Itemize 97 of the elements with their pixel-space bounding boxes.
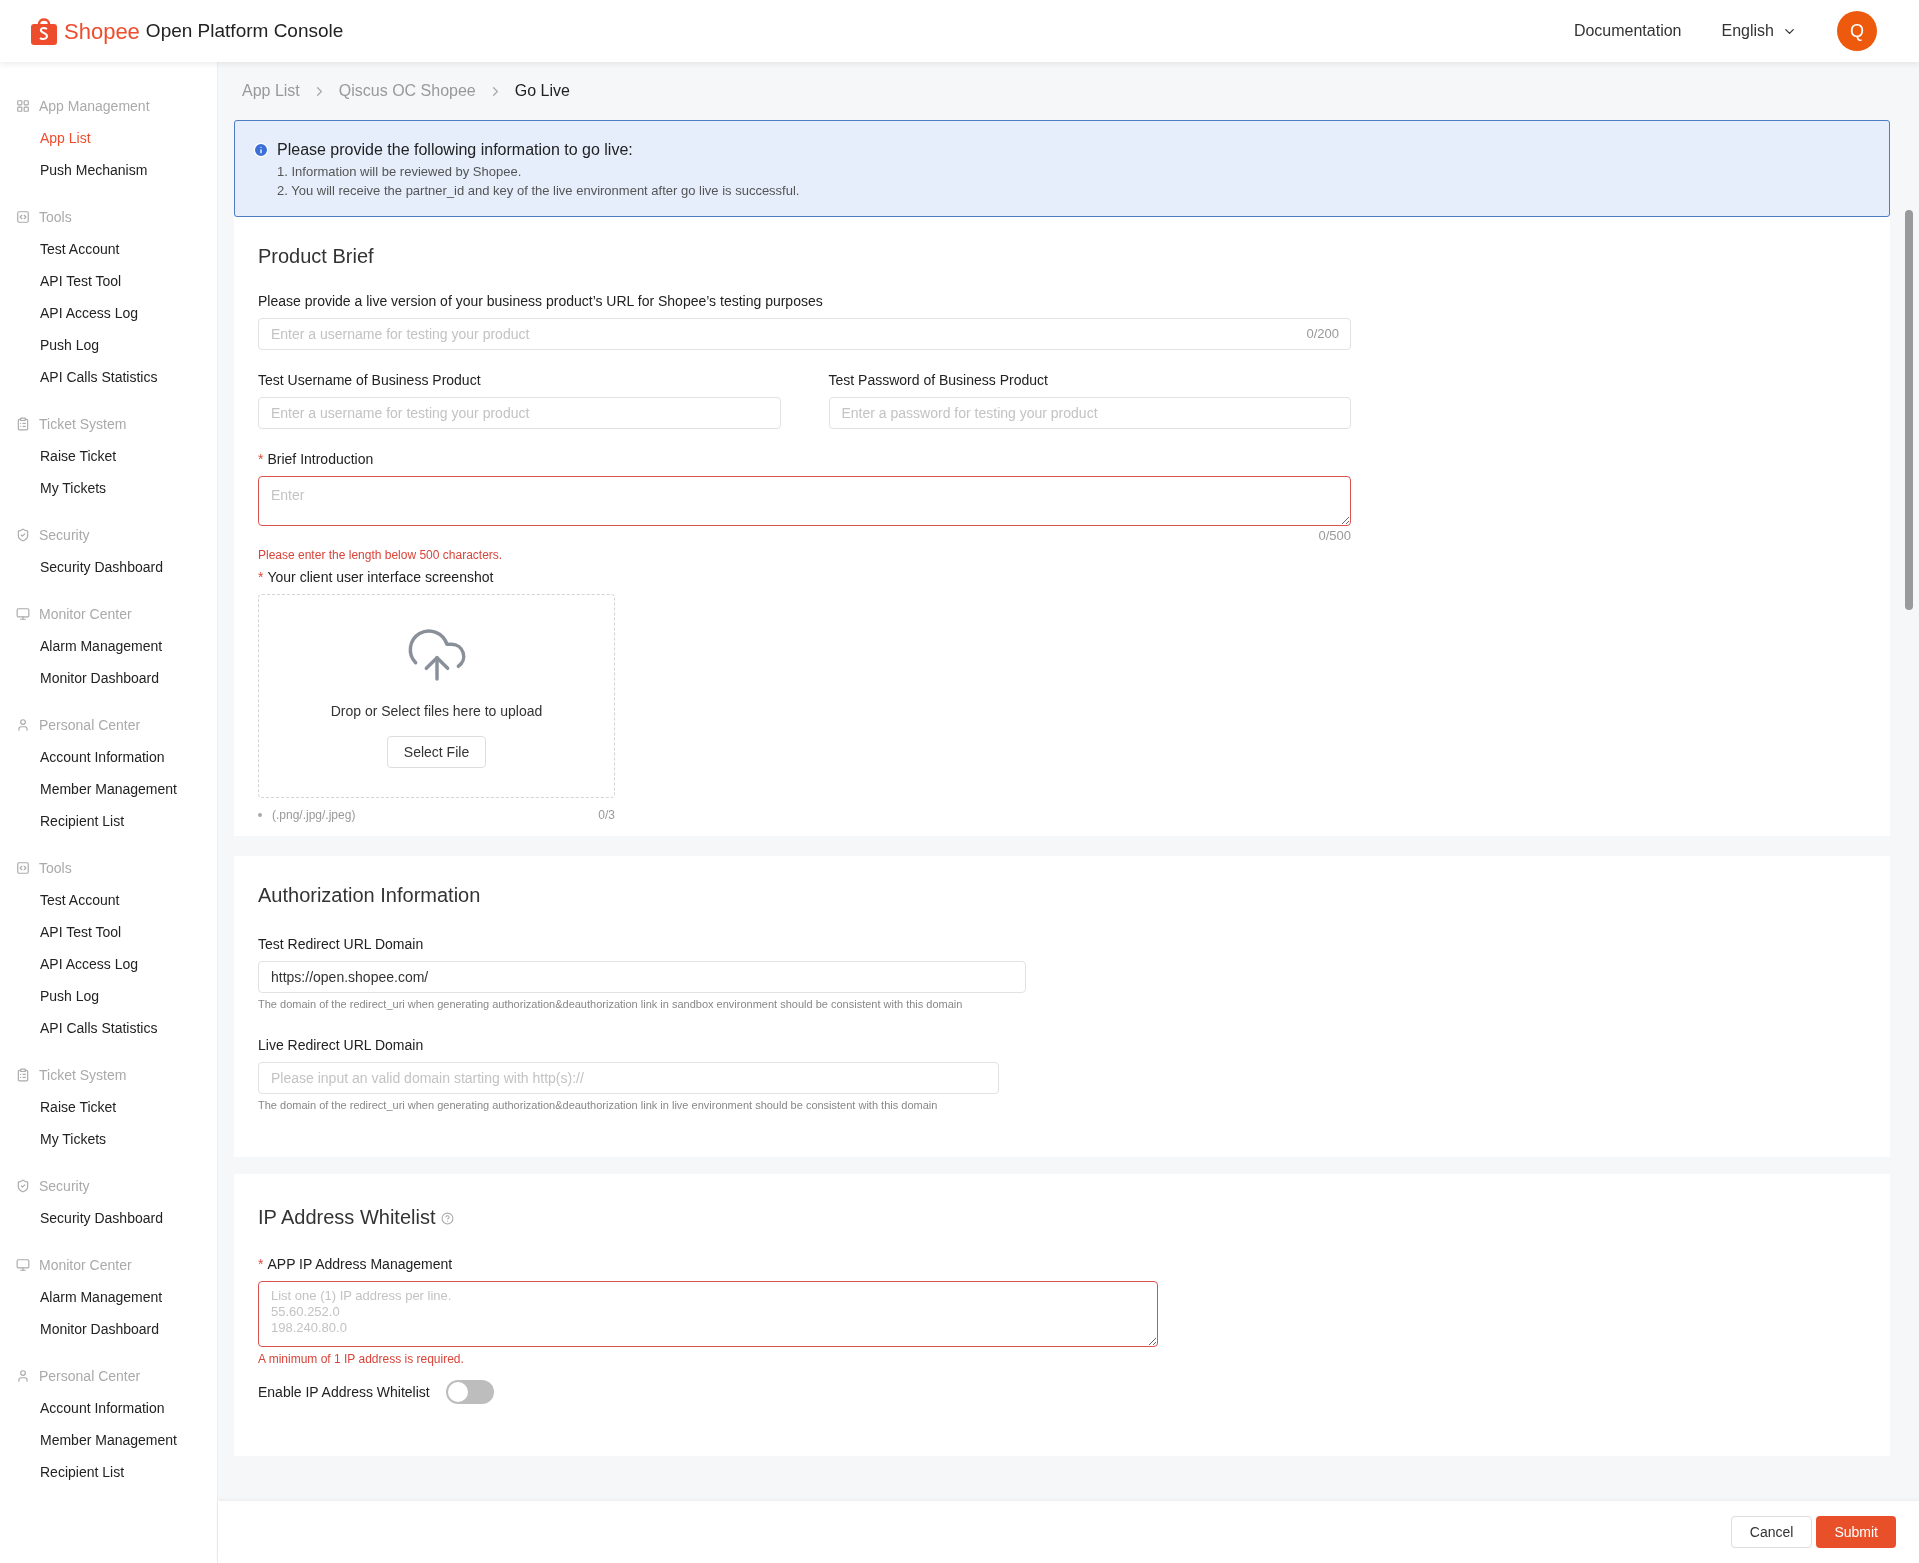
toggle-switch[interactable] <box>445 1380 494 1404</box>
console-title: Open Platform Console <box>145 18 344 43</box>
section-title: Authorization Information <box>258 883 482 908</box>
sidebar-item[interactable]: My Tickets <box>0 472 217 504</box>
input-field[interactable]: Enter a password for testing your product <box>828 397 1351 429</box>
sidebar-item[interactable]: Recipient List <box>0 805 217 837</box>
field-label: Brief Introduction <box>267 450 374 469</box>
field-label: Test Username of Business Product <box>258 371 481 390</box>
sidebar-item[interactable]: Member Management <box>0 773 217 805</box>
group-icon <box>16 1258 30 1272</box>
sidebar-item[interactable]: API Access Log <box>0 948 217 980</box>
group-icon <box>16 528 30 542</box>
sidebar-item[interactable]: Push Log <box>0 980 217 1012</box>
field-label: APP IP Address Management <box>267 1255 453 1274</box>
sidebar-group-title: App Management <box>39 96 150 116</box>
select-file-button[interactable]: Select File <box>386 736 487 768</box>
group-icon <box>16 607 30 621</box>
sidebar-group-title: Personal Center <box>39 715 141 735</box>
sidebar-group-title: Ticket System <box>39 414 127 434</box>
sidebar-item[interactable]: Monitor Dashboard <box>0 1313 217 1345</box>
sidebar-item[interactable]: Test Account <box>0 884 217 916</box>
text-area[interactable]: List one (1) IP address per line. 55.60.252.0 198.240.80.0 <box>258 1281 1158 1347</box>
section-title: IP Address Whitelist <box>258 1205 436 1230</box>
banner-title: Please provide the following information to go live: <box>277 140 633 160</box>
sidebar-item[interactable]: Member Management <box>0 1424 217 1456</box>
group-icon <box>16 1068 30 1082</box>
breadcrumb-item: Go Live <box>514 81 570 101</box>
field-label: Test Password of Business Product <box>828 371 1048 390</box>
character-counter: 0/500 <box>1318 528 1351 544</box>
sidebar-item[interactable]: Push Log <box>0 329 217 361</box>
sidebar-group-title: Security <box>39 525 90 545</box>
brand-name: Shopee <box>64 17 140 46</box>
field-label: Please provide a live version of your business product’s URL for Shopee’s testing purposes <box>258 292 823 311</box>
sidebar-item[interactable]: Raise Ticket <box>0 440 217 472</box>
language-dropdown[interactable]: English <box>1721 19 1797 43</box>
file-counter: 0/3 <box>598 807 615 824</box>
field-label: Test Redirect URL Domain <box>258 935 424 954</box>
sidebar-item[interactable]: My Tickets <box>0 1123 217 1155</box>
required-asterisk: * <box>258 450 264 469</box>
sidebar-item[interactable]: Monitor Dashboard <box>0 662 217 694</box>
group-icon <box>16 210 30 224</box>
sidebar-item[interactable]: API Test Tool <box>0 916 217 948</box>
sidebar-group-title: Ticket System <box>39 1065 127 1085</box>
documentation-link[interactable]: Documentation <box>1573 19 1682 43</box>
group-icon <box>16 718 30 732</box>
banner-text: 1. Information will be reviewed by Shopee. <box>276 163 523 181</box>
sidebar-group-title: Monitor Center <box>39 604 132 624</box>
sidebar-item[interactable]: Alarm Management <box>0 630 217 662</box>
sidebar-item[interactable]: Push Mechanism <box>0 154 217 186</box>
sidebar-item[interactable]: Raise Ticket <box>0 1091 217 1123</box>
group-icon <box>16 1369 30 1383</box>
sidebar-group-title: Security <box>39 1176 90 1196</box>
field-label: Live Redirect URL Domain <box>258 1035 424 1055</box>
error-message: Please enter the length below 500 characters. <box>258 547 504 563</box>
group-icon <box>16 861 30 875</box>
sidebar-item[interactable]: Test Account <box>0 233 217 265</box>
help-text: The domain of the redirect_uri when generating authorization&deauthorization link in live environment should be consistent with this domain <box>258 1097 939 1113</box>
required-asterisk: * <box>258 1255 264 1274</box>
sidebar-item[interactable]: Account Information <box>0 741 217 773</box>
sidebar-item[interactable]: Security Dashboard <box>0 1202 217 1234</box>
sidebar-group-title: Tools <box>39 207 72 227</box>
input-field[interactable]: Please input an valid domain starting with http(s):// <box>258 1061 999 1094</box>
group-icon <box>16 1179 30 1193</box>
required-asterisk: * <box>258 568 264 587</box>
sidebar-item[interactable]: Alarm Management <box>0 1281 217 1313</box>
submit-button[interactable]: Submit <box>1816 1516 1896 1548</box>
upload-dropzone[interactable]: Drop or Select files here to upload Select File <box>258 594 615 798</box>
sidebar-item[interactable]: API Calls Statistics <box>0 361 217 393</box>
group-icon <box>16 417 30 431</box>
sidebar-item[interactable]: API Test Tool <box>0 265 217 297</box>
character-counter: 0/200 <box>1306 326 1339 342</box>
sidebar-group-title: Monitor Center <box>39 1255 132 1275</box>
sidebar-item[interactable]: API Access Log <box>0 297 217 329</box>
info-icon <box>253 142 269 158</box>
cancel-button[interactable]: Cancel <box>1730 1516 1813 1548</box>
file-formats: (.png/.jpg/.jpeg) <box>272 807 356 824</box>
sidebar-group-title: Personal Center <box>39 1366 141 1386</box>
section-title: Product Brief <box>258 244 375 269</box>
sidebar-item[interactable]: Account Information <box>0 1392 217 1424</box>
text-area[interactable]: Enter <box>258 476 1351 526</box>
sidebar-item[interactable]: Security Dashboard <box>0 551 217 583</box>
sidebar-item[interactable]: API Calls Statistics <box>0 1012 217 1044</box>
input-field[interactable]: Enter a username for testing your product <box>258 397 781 429</box>
help-icon[interactable] <box>441 1212 455 1225</box>
shopping-bag-logo-icon <box>30 16 58 46</box>
banner-text: 2. You will receive the partner_id and key of the live environment after go live is successful. <box>276 182 801 200</box>
sidebar-item[interactable]: Recipient List <box>0 1456 217 1488</box>
upload-hint: Drop or Select files here to upload <box>330 702 543 721</box>
help-text: The domain of the redirect_uri when generating authorization&deauthorization link in sandbox environment should be consistent with this domain <box>258 997 964 1012</box>
scrollbar-thumb[interactable] <box>1905 210 1913 610</box>
toggle-label: Enable IP Address Whitelist <box>258 1382 430 1402</box>
input-field[interactable]: https://open.shopee.com/ <box>258 961 1026 993</box>
group-icon <box>16 99 30 113</box>
sidebar-item[interactable]: App List <box>0 122 217 154</box>
field-label: Your client user interface screenshot <box>267 568 494 587</box>
sidebar-group-title: Tools <box>39 858 72 878</box>
error-message: A minimum of 1 IP address is required. <box>258 1351 465 1368</box>
